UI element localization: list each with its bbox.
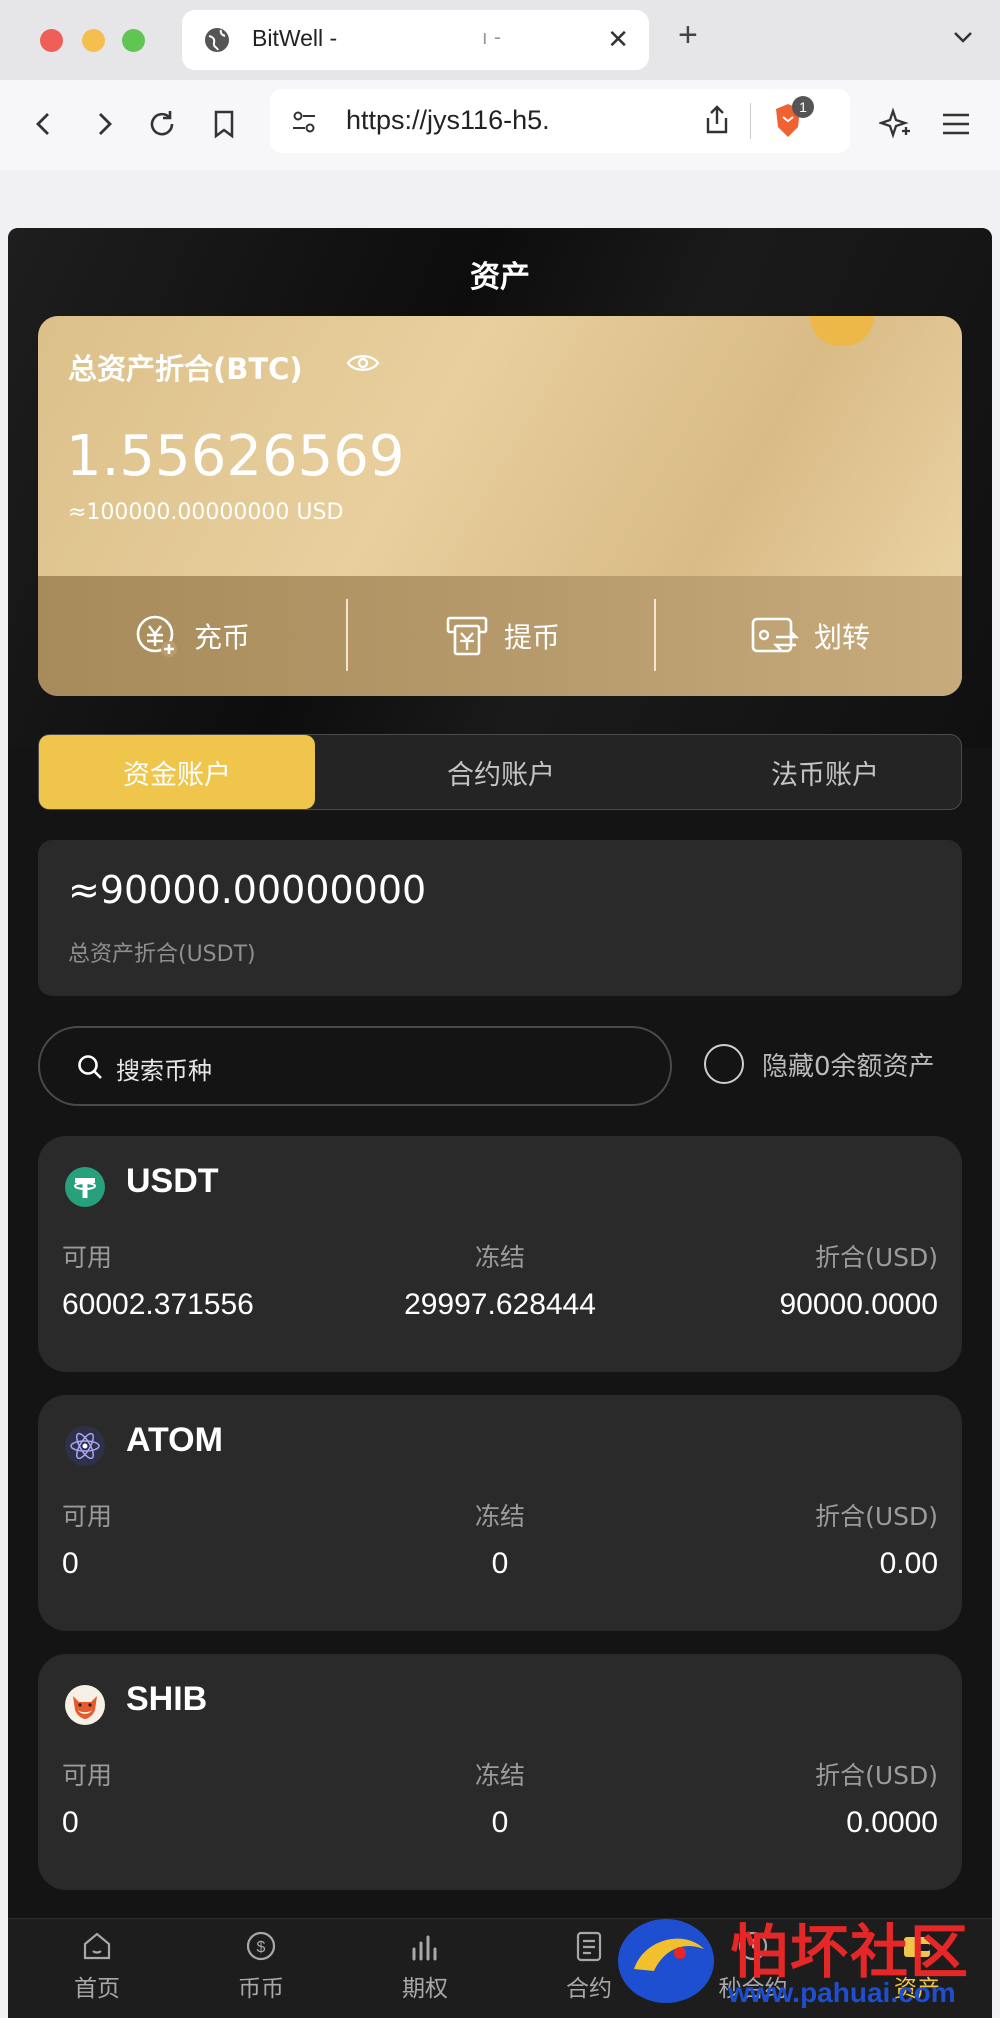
home-icon (83, 1932, 111, 1960)
nav-spot[interactable]: $ 币币 (206, 1929, 316, 2003)
globe-icon (205, 28, 229, 52)
search-input[interactable]: 搜索币种 (38, 1026, 672, 1106)
browser-tab-bar: BitWell - ı - ✕ + (0, 0, 1000, 80)
chevron-down-icon[interactable] (950, 24, 976, 50)
hamburger-menu-icon (943, 113, 969, 135)
usd-value: 0.0000 (846, 1806, 938, 1839)
app-viewport: 资产 总资产折合(BTC) 1.55626569 ≈100000.0000000… (8, 228, 992, 2018)
usdt-total-label: 总资产折合(USDT) (68, 942, 256, 967)
asset-card-usdt[interactable]: USDT 可用 冻结 折合(USD) 60002.371556 29997.62… (38, 1136, 962, 1372)
hide-zero-label: 隐藏0余额资产 (762, 1051, 935, 1082)
eye-icon[interactable] (346, 352, 380, 374)
usd-value: 90000.0000 (779, 1288, 939, 1321)
nav-label: 首页 (74, 1976, 120, 2002)
tab-contract-account[interactable]: 合约账户 (351, 735, 651, 809)
account-tabs: 资金账户 合约账户 法币账户 (38, 734, 962, 810)
coin-icon: $ (246, 1931, 276, 1961)
site-settings-icon[interactable] (290, 108, 318, 136)
url-text[interactable]: https://jys116-h5. (346, 105, 550, 136)
total-balance-btc: 1.55626569 (66, 424, 405, 489)
deposit-button[interactable]: 充币 (38, 576, 346, 696)
transfer-icon (751, 617, 800, 653)
asset-symbol: USDT (126, 1162, 219, 1200)
window-minimize-button[interactable] (82, 29, 105, 52)
value-label: 折合(USD) (815, 1502, 938, 1531)
watermark-url: www.pahuai.com (728, 1977, 956, 2008)
svg-text:$: $ (257, 1939, 266, 1956)
page-title: 资产 (470, 260, 530, 295)
shib-icon (65, 1685, 105, 1725)
new-tab-button[interactable]: + (678, 18, 698, 52)
usdt-total-value: ≈90000.00000000 (68, 868, 427, 912)
deposit-label: 充币 (193, 621, 250, 654)
reload-button[interactable] (140, 102, 184, 146)
asset-card-shib[interactable]: SHIB 可用 冻结 折合(USD) 0 0 0.0000 (38, 1654, 962, 1890)
reload-icon (150, 111, 174, 136)
usdt-icon (65, 1167, 105, 1207)
usdt-total-card: ≈90000.00000000 总资产折合(USDT) (38, 840, 962, 996)
brave-shield-count-badge: 1 (792, 96, 814, 118)
window-close-button[interactable] (40, 29, 63, 52)
search-placeholder: 搜索币种 (116, 1057, 212, 1085)
hide-zero-radio[interactable] (704, 1044, 744, 1084)
value-label: 折合(USD) (815, 1761, 938, 1790)
tab-title: BitWell - (252, 25, 338, 51)
address-bar[interactable]: https://jys116-h5. (270, 89, 850, 153)
withdraw-icon (446, 616, 488, 656)
window-maximize-button[interactable] (122, 29, 145, 52)
total-balance-card: 总资产折合(BTC) 1.55626569 ≈100000.00000000 U… (38, 316, 962, 696)
back-button[interactable] (22, 102, 66, 146)
total-balance-usd: ≈100000.00000000 USD (68, 500, 344, 525)
nav-label: 期权 (402, 1976, 448, 2002)
url-divider (750, 103, 751, 139)
usd-value: 0.00 (879, 1547, 938, 1580)
transfer-button[interactable]: 划转 (656, 576, 962, 696)
browser-tab[interactable]: BitWell - ı - ✕ (182, 10, 649, 70)
leo-ai-button[interactable] (874, 102, 918, 146)
close-tab-icon[interactable]: ✕ (607, 24, 629, 55)
forward-arrow-icon (99, 113, 112, 135)
asset-card-atom[interactable]: ATOM 可用 冻结 折合(USD) 0 0 0.00 (38, 1395, 962, 1631)
coin-decoration (810, 316, 874, 346)
tab-title-extra: ı - (482, 25, 502, 49)
menu-button[interactable] (934, 102, 978, 146)
frozen-value: 0 (491, 1547, 509, 1580)
search-icon (78, 1055, 102, 1079)
browser-toolbar: https://jys116-h5. 1 (0, 80, 1000, 170)
watermark: 怕坏社区 www.pahuai.com (610, 1905, 1000, 2018)
atom-icon (65, 1426, 105, 1466)
frozen-value: 0 (491, 1806, 509, 1839)
asset-symbol: SHIB (126, 1680, 208, 1718)
contract-icon (576, 1931, 602, 1962)
nav-label: 合约 (566, 1976, 612, 2002)
share-icon[interactable] (702, 104, 732, 136)
nav-label: 币币 (238, 1976, 284, 2002)
withdraw-button[interactable]: 提币 (348, 576, 656, 696)
watermark-logo-icon (618, 1919, 714, 2003)
asset-symbol: ATOM (126, 1421, 223, 1459)
value-label: 折合(USD) (815, 1243, 938, 1272)
bookmark-button[interactable] (202, 102, 246, 146)
tab-fiat-account[interactable]: 法币账户 (675, 735, 975, 809)
chart-bars-icon (412, 1935, 437, 1961)
withdraw-label: 提币 (503, 621, 560, 654)
bookmark-icon (214, 110, 234, 139)
back-arrow-icon (36, 113, 49, 135)
total-balance-label: 总资产折合(BTC) (68, 352, 303, 386)
sparkle-icon (879, 107, 910, 139)
deposit-icon (136, 615, 177, 657)
tab-funding-account[interactable]: 资金账户 (39, 735, 315, 809)
nav-options[interactable]: 期权 (370, 1929, 480, 2003)
forward-button[interactable] (82, 102, 126, 146)
transfer-label: 划转 (813, 621, 870, 654)
hide-zero-toggle[interactable]: 隐藏0余额资产 (704, 1044, 935, 1084)
nav-home[interactable]: 首页 (42, 1929, 152, 2003)
